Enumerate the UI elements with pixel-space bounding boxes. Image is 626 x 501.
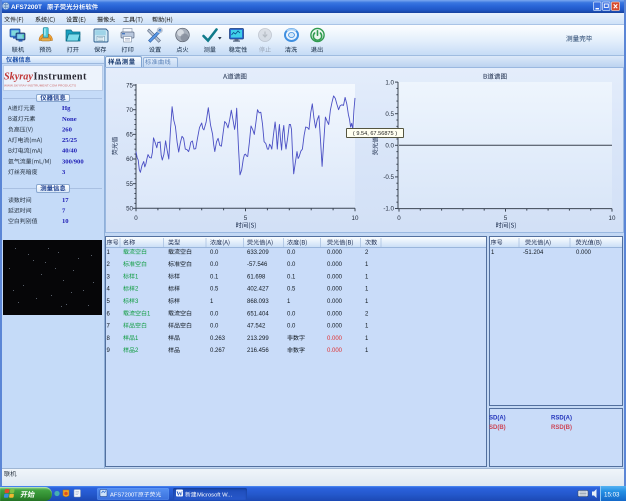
svg-text:W: W: [176, 491, 183, 498]
